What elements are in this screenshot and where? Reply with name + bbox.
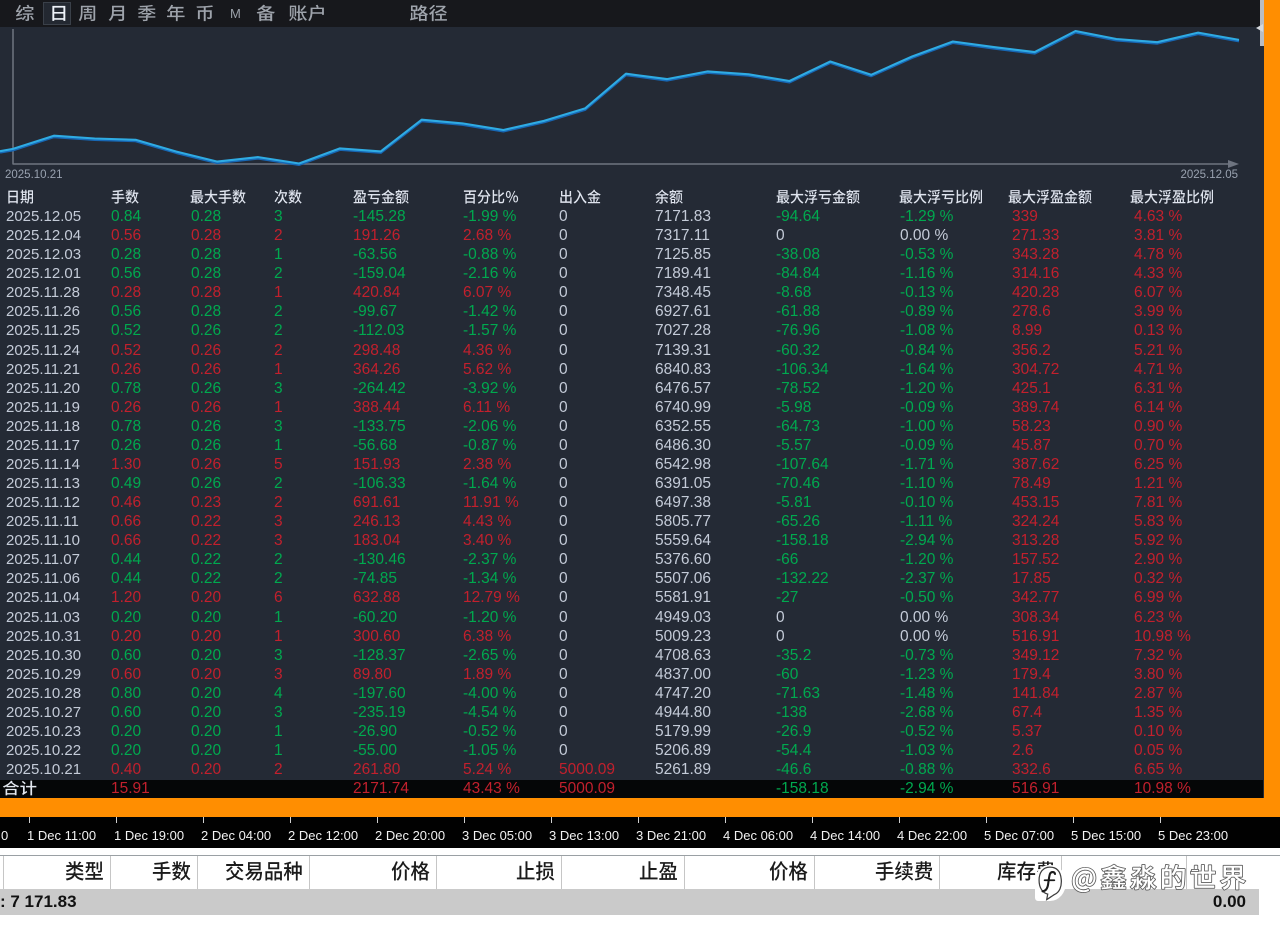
svg-text:2025.10.21: 2025.10.21 (5, 169, 63, 181)
svg-text:2025.12.05: 2025.12.05 (1180, 169, 1238, 181)
